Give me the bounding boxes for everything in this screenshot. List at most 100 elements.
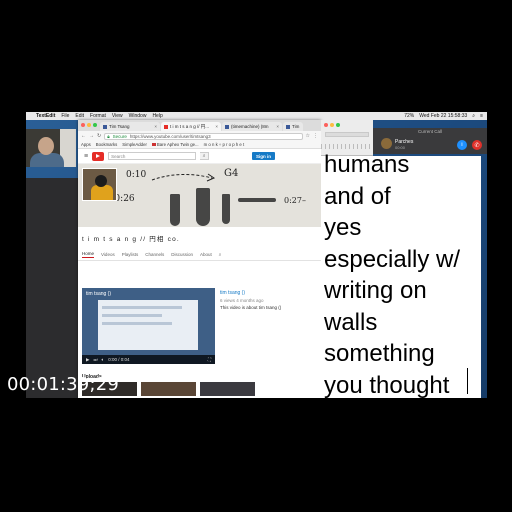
featured-video-title[interactable]: tim tsang ()	[220, 290, 320, 297]
background-window	[26, 178, 78, 398]
paint-drip	[222, 194, 230, 224]
call-header-label: Current Call	[417, 129, 442, 134]
back-arrow-icon[interactable]: ←	[81, 133, 86, 139]
text-line: yes	[324, 214, 362, 241]
banner-note-b: G4	[224, 168, 239, 179]
volume-icon[interactable]: 🔈︎	[102, 357, 105, 362]
featured-video-description: This video is about tim tsang ()	[220, 305, 282, 310]
mac-menubar: TextEdit File Edit Format View Window He…	[26, 112, 487, 120]
window-controls	[81, 123, 97, 127]
text-line: you thought	[324, 371, 450, 399]
tab-label: t i m t s a n g // 円...	[170, 123, 210, 129]
browser-tab-4[interactable]: Tim	[283, 122, 303, 131]
facebook-icon	[103, 124, 107, 129]
bookmarks-bar: Apps Bookmarks SimpleAdder Bare Aphex Tw…	[78, 141, 321, 149]
tab-label: Tim	[292, 124, 300, 129]
tab-about[interactable]: About	[200, 252, 212, 257]
screen-recording-stage: TextEdit File Edit Format View Window He…	[0, 0, 512, 512]
menu-file[interactable]: File	[61, 113, 69, 119]
secure-label: Secure	[112, 133, 127, 139]
address-bar[interactable]: 🔒︎ Secure https://www.youtube.com/user/t…	[104, 132, 303, 140]
search-icon[interactable]: ⌕	[200, 152, 210, 160]
forward-arrow-icon[interactable]: →	[89, 133, 94, 139]
bookmark-label: Bare Aphex Twin ge...	[156, 142, 199, 147]
video-thumbnail[interactable]	[200, 382, 255, 396]
close-window-icon[interactable]	[324, 123, 328, 127]
search-icon[interactable]: ⌕	[219, 252, 222, 257]
featured-video-player[interactable]: tim tsang () ▶ ⏭ 🔈︎ 0:00 / 0:04 ⛶	[82, 288, 215, 364]
menu-window[interactable]: Window	[129, 113, 147, 119]
desktop: Tim Tsang × t i m t s a n g // 円... × (t…	[26, 120, 487, 398]
tab-discussion[interactable]: Discussion	[171, 252, 193, 257]
zoom-window-icon[interactable]	[93, 123, 97, 127]
close-tab-icon[interactable]: ×	[154, 124, 157, 129]
bookmark-simpleadder[interactable]: SimpleAdder	[122, 142, 147, 147]
tab-home[interactable]: Home	[82, 251, 95, 258]
tab-channels[interactable]: Channels	[145, 252, 164, 257]
channel-banner: 0:10 G4 0:10 – 0:26 0:27–	[78, 164, 321, 227]
channel-avatar[interactable]	[82, 168, 117, 201]
banner-note-a: 0:10	[126, 170, 147, 180]
bookmark-apps[interactable]: Apps	[81, 142, 91, 147]
reload-icon[interactable]: ↻	[97, 133, 101, 139]
menu-edit[interactable]: Edit	[75, 113, 84, 119]
player-time: 0:00 / 0:04	[108, 357, 130, 362]
youtube-header: ≡ Search ⌕ Sign in	[78, 149, 321, 164]
fullscreen-icon[interactable]: ⛶	[208, 357, 211, 362]
menu-list-icon[interactable]: ≡	[480, 113, 483, 119]
search-icon[interactable]: ⌕	[472, 113, 475, 119]
youtube-logo[interactable]	[92, 151, 105, 161]
menu-view[interactable]: View	[112, 113, 123, 119]
content-bar	[102, 322, 172, 325]
dashed-arrow-icon	[151, 173, 216, 182]
minimize-window-icon[interactable]	[87, 123, 91, 127]
close-tab-icon[interactable]: ×	[276, 124, 279, 129]
video-frame: TextEdit File Edit Format View Window He…	[26, 112, 487, 398]
menu-format[interactable]: Format	[90, 113, 106, 119]
close-window-icon[interactable]	[81, 123, 85, 127]
person-body	[30, 153, 64, 167]
zoom-window-icon[interactable]	[336, 123, 340, 127]
text-line: humans	[324, 151, 410, 178]
channel-tabs: Home Videos Playlists Channels Discussio…	[78, 249, 321, 261]
window-controls	[324, 123, 340, 127]
browser-toolbar: ← → ↻ 🔒︎ Secure https://www.youtube.com/…	[78, 131, 321, 141]
play-icon[interactable]: ▶	[86, 357, 89, 363]
bookmark-bookmarks[interactable]: Bookmarks	[96, 142, 118, 147]
format-toolbar[interactable]	[325, 132, 369, 137]
tab-videos[interactable]: Videos	[101, 252, 115, 257]
webcam-preview	[26, 129, 76, 167]
bookmark-aphex[interactable]: Bare Aphex Twin ge...	[151, 142, 199, 147]
url-text: https://www.youtube.com/user/timtsang3	[129, 133, 211, 139]
browser-tab-2[interactable]: t i m t s a n g // 円... ×	[161, 122, 221, 131]
menu-dots-icon[interactable]: ⋮	[313, 133, 318, 139]
video-thumbnail[interactable]	[141, 382, 196, 396]
bookmark-monk[interactable]: m o n k ÷ p r o p h e t	[204, 142, 245, 147]
next-icon[interactable]: ⏭	[93, 357, 97, 362]
lock-icon: 🔒︎	[107, 133, 110, 139]
hamburger-menu-icon[interactable]: ≡	[84, 153, 88, 160]
browser-tab-1[interactable]: Tim Tsang ×	[100, 122, 160, 131]
text-line: walls	[324, 308, 378, 336]
recording-timecode: 00:01:39;29	[7, 374, 120, 395]
browser-tab-bar: Tim Tsang × t i m t s a n g // 円... × (t…	[78, 120, 321, 131]
close-tab-icon[interactable]: ×	[215, 124, 218, 129]
tab-playlists[interactable]: Playlists	[122, 252, 139, 257]
caller-avatar	[381, 138, 392, 149]
tab-label: (timemachine) (8m	[231, 124, 269, 129]
text-caret	[467, 368, 468, 394]
menubar-clock[interactable]: Wed Feb 22 15:58:33	[419, 113, 467, 119]
menu-help[interactable]: Help	[152, 113, 162, 119]
youtube-search-input[interactable]: Search	[108, 152, 197, 160]
browser-tab-3[interactable]: (timemachine) (8m ×	[222, 122, 282, 131]
star-icon[interactable]: ☆	[306, 133, 310, 139]
textedit-document[interactable]: humans and of yes especially w/ writing …	[321, 151, 481, 399]
battery-level[interactable]: 72%	[404, 113, 414, 119]
facebook-icon	[286, 124, 290, 129]
youtube-icon	[151, 143, 156, 147]
minimize-window-icon[interactable]	[330, 123, 334, 127]
sign-in-button[interactable]: Sign in	[252, 152, 275, 160]
text-line: and of	[324, 182, 391, 210]
channel-name: t i m t s a n g // 円相 co.	[82, 236, 180, 243]
menubar-app-name[interactable]: TextEdit	[36, 113, 55, 119]
